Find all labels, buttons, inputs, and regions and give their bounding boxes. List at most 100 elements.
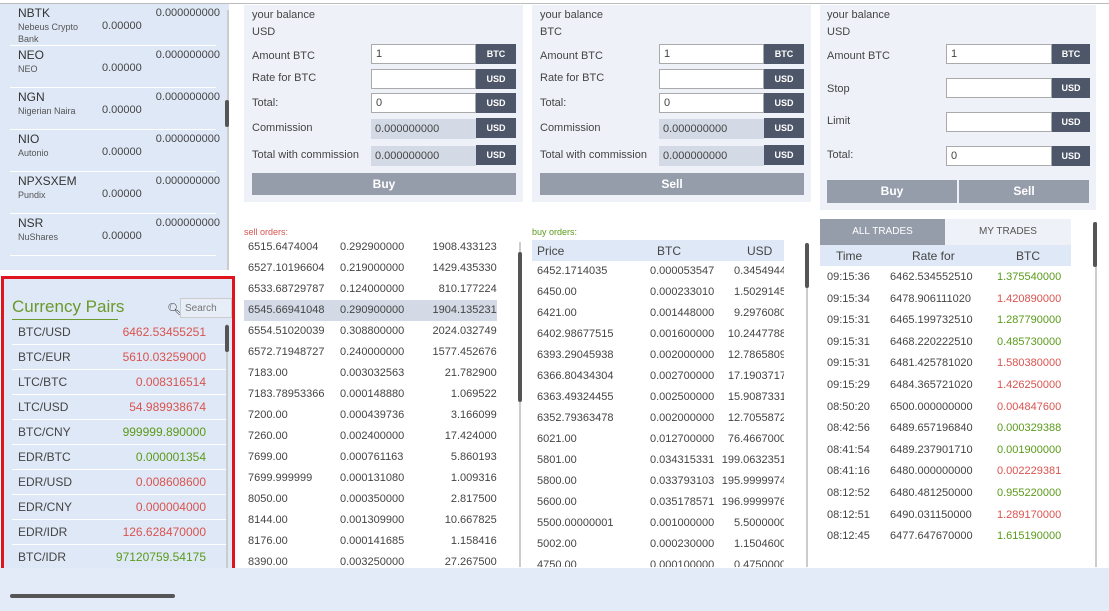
pair-row[interactable]: BTC/IDR 97120759.54175 — [12, 545, 227, 570]
trade-time: 08:50:20 — [827, 400, 870, 413]
rate-input[interactable] — [371, 69, 476, 89]
pair-row[interactable]: BTC/USD 6462.53455251 — [12, 320, 227, 345]
order-btc: 0.034315331 — [650, 454, 715, 466]
buy-order-row[interactable]: 4750.00 0.000100000 0.4750000 — [532, 555, 784, 567]
coin-row[interactable]: NPXSXEM Pundix 0.00000 0.000000000 — [10, 172, 220, 214]
order-btc: 0.000350000 — [340, 493, 405, 505]
buy-order-row[interactable]: 6393.29045938 0.002000000 12.7865809 — [532, 345, 784, 366]
sell-order-row[interactable]: 7699.999999 0.000131080 1.00931600 — [244, 468, 497, 489]
sell-orders-scrollbar[interactable] — [518, 252, 522, 402]
sell-order-row[interactable]: 6515.6474004 0.292900000 1908.43312357 — [244, 237, 497, 258]
sell-order-row[interactable]: 6554.51020039 0.308800000 2024.03274988 — [244, 321, 497, 342]
pair-row[interactable]: EDR/BTC 0.000001354 — [12, 445, 227, 470]
stop-sell-button[interactable]: Sell — [959, 180, 1089, 203]
sell-order-row[interactable]: 8050.00 0.000350000 2.81750000 — [244, 489, 497, 510]
buy-order-row[interactable]: 6366.80434304 0.002700000 17.1903717 — [532, 366, 784, 387]
pair-row[interactable]: BTC/EUR 5610.03259000 — [12, 345, 227, 370]
buy-order-row[interactable]: 6450.00 0.000233010 1.5029145 — [532, 282, 784, 303]
buy-button[interactable]: Buy — [252, 173, 516, 195]
pair-row[interactable]: EDR/IDR 126.628470000 — [12, 520, 227, 545]
sell-order-row[interactable]: 7183.00 0.003032563 21.78290002 — [244, 363, 497, 384]
pair-row[interactable]: BTC/CNY 999999.890000 — [12, 420, 227, 445]
stop-unit: USD — [1052, 78, 1090, 98]
sell-order-row[interactable]: 7699.00 0.000761163 5.86019393 — [244, 447, 497, 468]
balance-currency: USD — [252, 26, 276, 38]
order-btc: 0.000131080 — [340, 472, 405, 484]
tab-my-trades[interactable]: MY TRADES — [945, 219, 1071, 245]
trade-amount: 1.287790000 — [997, 314, 1062, 327]
buy-order-row[interactable]: 6402.98677515 0.001600000 10.2447788 — [532, 324, 784, 345]
buy-order-row[interactable]: 5500.00000001 0.001000000 5.5000000 — [532, 513, 784, 534]
coin-balance: 0.00000 — [102, 62, 142, 74]
sell-order-row[interactable]: 7183.78953366 0.000148880 1.06952258 — [244, 384, 497, 405]
stop-input[interactable] — [946, 78, 1052, 98]
order-price: 7260.00 — [248, 430, 288, 442]
coin-row[interactable]: NBTK Nebeus Crypto Bank 0.00000 0.000000000 — [10, 4, 220, 46]
buy-order-row[interactable]: 6452.1714035 0.000053547 0.3454944 — [532, 261, 784, 282]
pair-row[interactable]: LTC/USD 54.989938674 — [12, 395, 227, 420]
total-input[interactable] — [946, 146, 1052, 166]
pair-row[interactable]: LTC/BTC 0.008316514 — [12, 370, 227, 395]
buy-order-row[interactable]: 6352.79363478 0.002000000 12.7055872 — [532, 408, 784, 429]
buy-order-row[interactable]: 5600.00 0.035178571 196.9999976 — [532, 492, 784, 513]
sell-order-row[interactable]: 6527.10196604 0.219000000 1429.43533056 — [244, 258, 497, 279]
stop-buy-button[interactable]: Buy — [827, 180, 957, 203]
amount-input[interactable] — [659, 44, 764, 64]
order-usd: 5.86019393 — [450, 451, 497, 463]
trades-scrollbar[interactable] — [1093, 222, 1097, 267]
rate-unit: USD — [764, 69, 804, 89]
trade-amount: 1.426250000 — [997, 379, 1062, 391]
amount-input[interactable] — [371, 44, 476, 64]
total-with-commission-field — [659, 146, 764, 166]
pairs-hscrollbar[interactable] — [10, 594, 175, 598]
coin-row[interactable]: NEO NEO 0.00000 0.000000000 — [10, 46, 220, 88]
order-price: 5500.00000001 — [537, 517, 614, 529]
order-btc: 0.002000000 — [650, 349, 715, 361]
coin-row[interactable]: NIO Autonio 0.00000 0.000000000 — [10, 130, 220, 172]
sell-order-row[interactable]: 6572.71948727 0.240000000 1577.45267694 — [244, 342, 497, 363]
sell-order-row[interactable]: 8144.00 0.001309900 10.66782560 — [244, 510, 497, 531]
order-btc: 0.003032563 — [340, 367, 405, 379]
total-input[interactable] — [371, 93, 476, 113]
order-price: 6515.6474004 — [248, 241, 319, 253]
order-price: 7183.00 — [248, 367, 288, 379]
sell-order-row[interactable]: 7200.00 0.000439736 3.16609920 — [244, 405, 497, 426]
buy-order-row[interactable]: 5002.00 0.000230000 1.1504600 — [532, 534, 784, 555]
coin-name: Nigerian Naira — [18, 106, 76, 116]
coin-symbol: NEO — [18, 48, 45, 62]
amount-input[interactable] — [946, 44, 1052, 64]
buy-order-row[interactable]: 5800.00 0.033793103 195.9999974 — [532, 471, 784, 492]
sell-order-row[interactable]: 6533.68729787 0.124000000 810.17722493 — [244, 279, 497, 300]
buy-order-row[interactable]: 6363.49324455 0.002500000 15.9087331 — [532, 387, 784, 408]
buy-order-row[interactable]: 6021.00 0.012700000 76.4667000 — [532, 429, 784, 450]
sell-button[interactable]: Sell — [540, 173, 804, 195]
order-price: 6545.66941048 — [248, 304, 325, 316]
total-input[interactable] — [659, 93, 764, 113]
pair-name: LTC/BTC — [18, 375, 68, 389]
buy-orders-scrollbar[interactable] — [805, 243, 809, 288]
sell-order-row[interactable]: 8390.00 0.003250000 27.26750000 — [244, 552, 497, 567]
buy-orders-header: Price BTC USD — [532, 240, 784, 261]
pair-name: EDR/USD — [18, 475, 73, 489]
trade-time: 09:15:36 — [827, 271, 870, 283]
limit-input[interactable] — [946, 112, 1052, 132]
tab-all-trades[interactable]: ALL TRADES — [820, 219, 945, 245]
rate-input[interactable] — [659, 69, 764, 89]
order-usd: 1577.45267694 — [432, 346, 497, 358]
pairs-scrollbar[interactable] — [225, 325, 229, 352]
coin-list-scrollbar[interactable] — [225, 100, 229, 127]
sell-order-row[interactable]: 7260.00 0.002400000 17.42400000 — [244, 426, 497, 447]
sell-order-row[interactable]: 6545.66941048 0.290900000 1904.13523150 — [244, 300, 497, 321]
trades-table: 09:15:36 6462.534552510 1.375540000 09:15:3… — [820, 267, 1071, 567]
order-usd: 17.1903717 — [727, 370, 784, 382]
order-price: 5600.00 — [537, 496, 577, 508]
pair-row[interactable]: EDR/CNY 0.000004000 — [12, 495, 227, 520]
coin-row[interactable]: NGN Nigerian Naira 0.00000 0.000000000 — [10, 88, 220, 130]
order-price: 4750.00 — [537, 559, 577, 567]
coin-row[interactable]: NSR NuShares 0.00000 0.000000000 — [10, 214, 220, 256]
buy-order-row[interactable]: 6421.00 0.001448000 9.2976080 — [532, 303, 784, 324]
pair-row[interactable]: EDR/USD 0.008608600 — [12, 470, 227, 495]
pair-search-input[interactable] — [180, 298, 232, 318]
sell-order-row[interactable]: 8176.00 0.000141685 1.15841656 — [244, 531, 497, 552]
buy-order-row[interactable]: 5801.00 0.034315331 199.0632351 — [532, 450, 784, 471]
